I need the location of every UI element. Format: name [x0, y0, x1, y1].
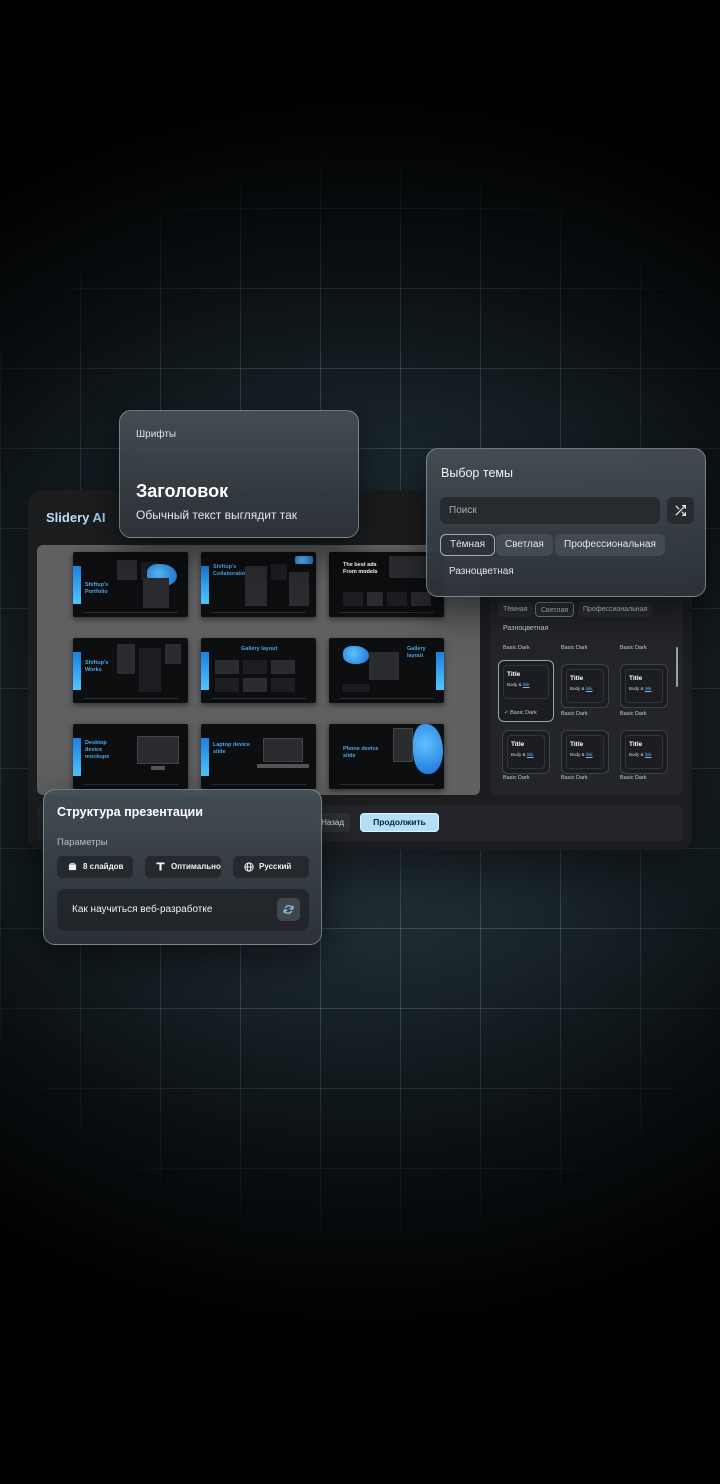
fonts-panel: Шрифты Заголовок Обычный текст выглядит … — [119, 410, 359, 538]
text-amount-selector[interactable]: Оптимально — [145, 856, 221, 878]
slide-thumbnail[interactable]: Shiftup's Works — [73, 638, 188, 703]
fonts-label: Шрифты — [136, 429, 177, 440]
theme-card-selected[interactable]: Title Body & link ✓ Basic Dark — [498, 660, 554, 722]
theme-select-title: Выбор темы — [441, 466, 513, 480]
theme-card[interactable]: Title Body & link — [620, 664, 668, 708]
shuffle-icon — [675, 505, 686, 516]
theme-filter-dark[interactable]: Тёмная — [498, 602, 533, 617]
params-label: Параметры — [57, 837, 108, 848]
slide-thumbnail[interactable]: Laptop device slide — [201, 724, 316, 789]
body-font-sample[interactable]: Обычный текст выглядит так — [136, 508, 297, 522]
slides-count-selector[interactable]: 8 слайдов — [57, 856, 133, 878]
slide-thumbnail[interactable]: Shiftup's Portfolio — [73, 552, 188, 617]
theme-search-input[interactable] — [440, 497, 660, 524]
slide-thumbnail[interactable]: Gallery layout — [201, 638, 316, 703]
refresh-icon — [283, 905, 294, 914]
theme-chip-light[interactable]: Светлая — [496, 534, 553, 556]
theme-filter-light[interactable]: Светлая — [535, 602, 575, 617]
presentation-structure-panel: Структура презентации Параметры 8 слайдо… — [43, 789, 322, 945]
theme-card[interactable]: Title Body & link — [502, 730, 550, 774]
slide-thumbnail[interactable]: Desktop device mockups — [73, 724, 188, 789]
language-selector[interactable]: Русский — [233, 856, 309, 878]
slide-thumbnail[interactable]: Shiftup's Collaborations — [201, 552, 316, 617]
structure-title: Структура презентации — [57, 805, 203, 819]
topic-input[interactable]: Как научиться веб-разработке — [57, 889, 309, 931]
theme-filter-professional[interactable]: Профессиональная — [578, 602, 653, 617]
slide-thumbnail[interactable]: Gallery layout — [329, 638, 444, 703]
continue-button[interactable]: Продолжить — [360, 813, 439, 832]
theme-chip-professional[interactable]: Профессиональная — [555, 534, 665, 556]
slides-icon — [68, 862, 77, 871]
theme-select-panel: Выбор темы Тёмная Светлая Профессиональн… — [426, 448, 706, 597]
theme-chip-colorful[interactable]: Разноцветная — [440, 561, 523, 583]
check-icon: ✓ Basic Dark — [504, 710, 537, 716]
globe-icon — [244, 862, 254, 872]
regenerate-button[interactable] — [277, 898, 300, 921]
app-logo: Slidery AI — [46, 510, 106, 525]
theme-filter-colorful[interactable]: Разноцветная — [498, 621, 553, 636]
heading-font-sample[interactable]: Заголовок — [136, 481, 228, 502]
theme-list-scrollbar[interactable] — [676, 647, 678, 687]
shuffle-button[interactable] — [667, 497, 694, 524]
slides-preview: Shiftup's Portfolio Shiftup's Collaborat… — [37, 545, 480, 795]
slide-thumbnail[interactable]: Phone device slide — [329, 724, 444, 789]
theme-chip-dark[interactable]: Тёмная — [440, 534, 496, 556]
text-icon — [156, 862, 165, 871]
theme-card[interactable]: Title Body & link — [561, 730, 609, 774]
theme-card[interactable]: Title Body & link — [620, 730, 668, 774]
theme-card[interactable]: Title Body & link — [561, 664, 609, 708]
